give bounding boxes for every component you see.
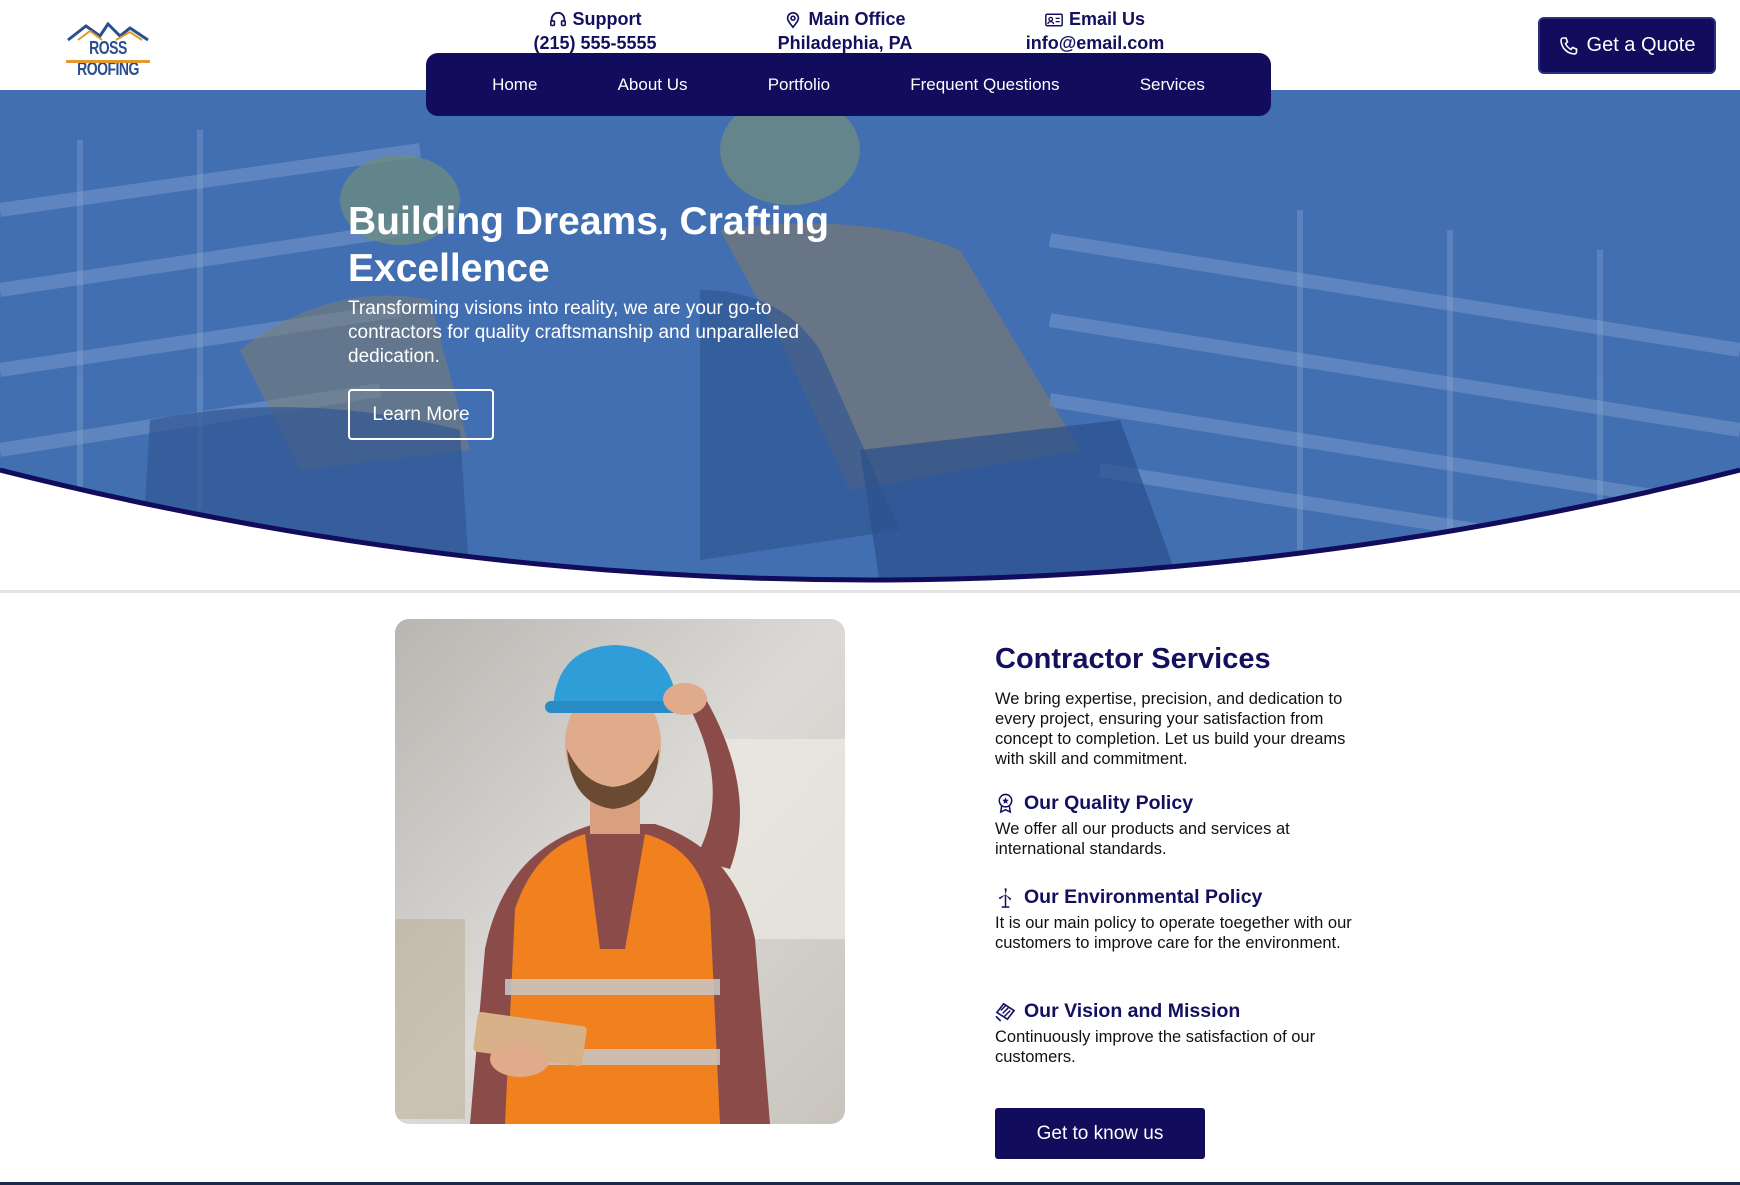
quality-policy-title: Our Quality Policy [1024,792,1194,814]
environmental-policy-text: It is our main policy to operate toegeth… [995,914,1352,952]
hero-title: Building Dreams, Crafting Excellence [348,200,830,290]
quality-policy-text: We offer all our products and services a… [995,820,1290,858]
email-contact[interactable]: Email Us info@email.com [1020,9,1170,54]
award-badge-icon [998,793,1013,814]
support-phone[interactable]: (215) 555-5555 [520,33,670,54]
get-quote-label: Get a Quote [1586,34,1696,56]
services-description: We bring expertise, precision, and dedic… [995,690,1346,768]
logo-underline [66,60,150,63]
office-label: Main Office [808,9,906,29]
email-address[interactable]: info@email.com [1020,33,1170,54]
main-nav: Home About Us Portfolio Frequent Questio… [426,53,1271,116]
nav-about-us[interactable]: About Us [618,75,688,95]
office-location: Philadephia, PA [777,33,913,53]
environmental-policy-title: Our Environmental Policy [1024,886,1263,908]
nav-services[interactable]: Services [1140,75,1205,95]
learn-more-button[interactable]: Learn More [348,389,494,440]
section-divider [0,590,1740,593]
support-label: Support [572,9,642,29]
hero-background-image [0,90,1740,583]
email-label: Email Us [1068,9,1146,29]
vision-mission-title: Our Vision and Mission [1024,1000,1241,1022]
nav-frequent-questions[interactable]: Frequent Questions [910,75,1059,95]
environmental-policy: Our Environmental Policy It is our main … [995,886,1355,953]
hero-section: Building Dreams, Crafting Excellence Tra… [0,90,1740,585]
vision-mission-text: Continuously improve the satisfaction of… [995,1028,1316,1066]
nav-portfolio[interactable]: Portfolio [768,75,830,95]
handshake-icon [995,1002,1016,1022]
wind-turbine-icon [998,887,1012,908]
phone-icon [1559,36,1577,55]
support-contact[interactable]: Support (215) 555-5555 [520,9,670,54]
map-pin-icon [787,11,800,28]
nav-home[interactable]: Home [492,75,537,95]
quality-policy: Our Quality Policy We offer all our prod… [995,792,1355,859]
services-title: Contractor Services [995,643,1271,675]
logo-text: ROSS ROOFING [77,37,139,79]
get-to-know-us-button[interactable]: Get to know us [995,1108,1205,1159]
contractor-photo [395,619,845,1124]
get-quote-button[interactable]: Get a Quote [1538,17,1716,74]
worker-image [395,619,845,1124]
headset-icon [549,11,566,26]
hero-subtitle: Transforming visions into reality, we ar… [348,298,799,367]
vision-mission-policy: Our Vision and Mission Continuously impr… [995,1000,1355,1067]
contact-card-icon [1045,13,1063,26]
office-contact[interactable]: Main Office Philadephia, PA [770,9,920,54]
ross-roofing-logo[interactable]: ROSS ROOFING [64,22,152,79]
